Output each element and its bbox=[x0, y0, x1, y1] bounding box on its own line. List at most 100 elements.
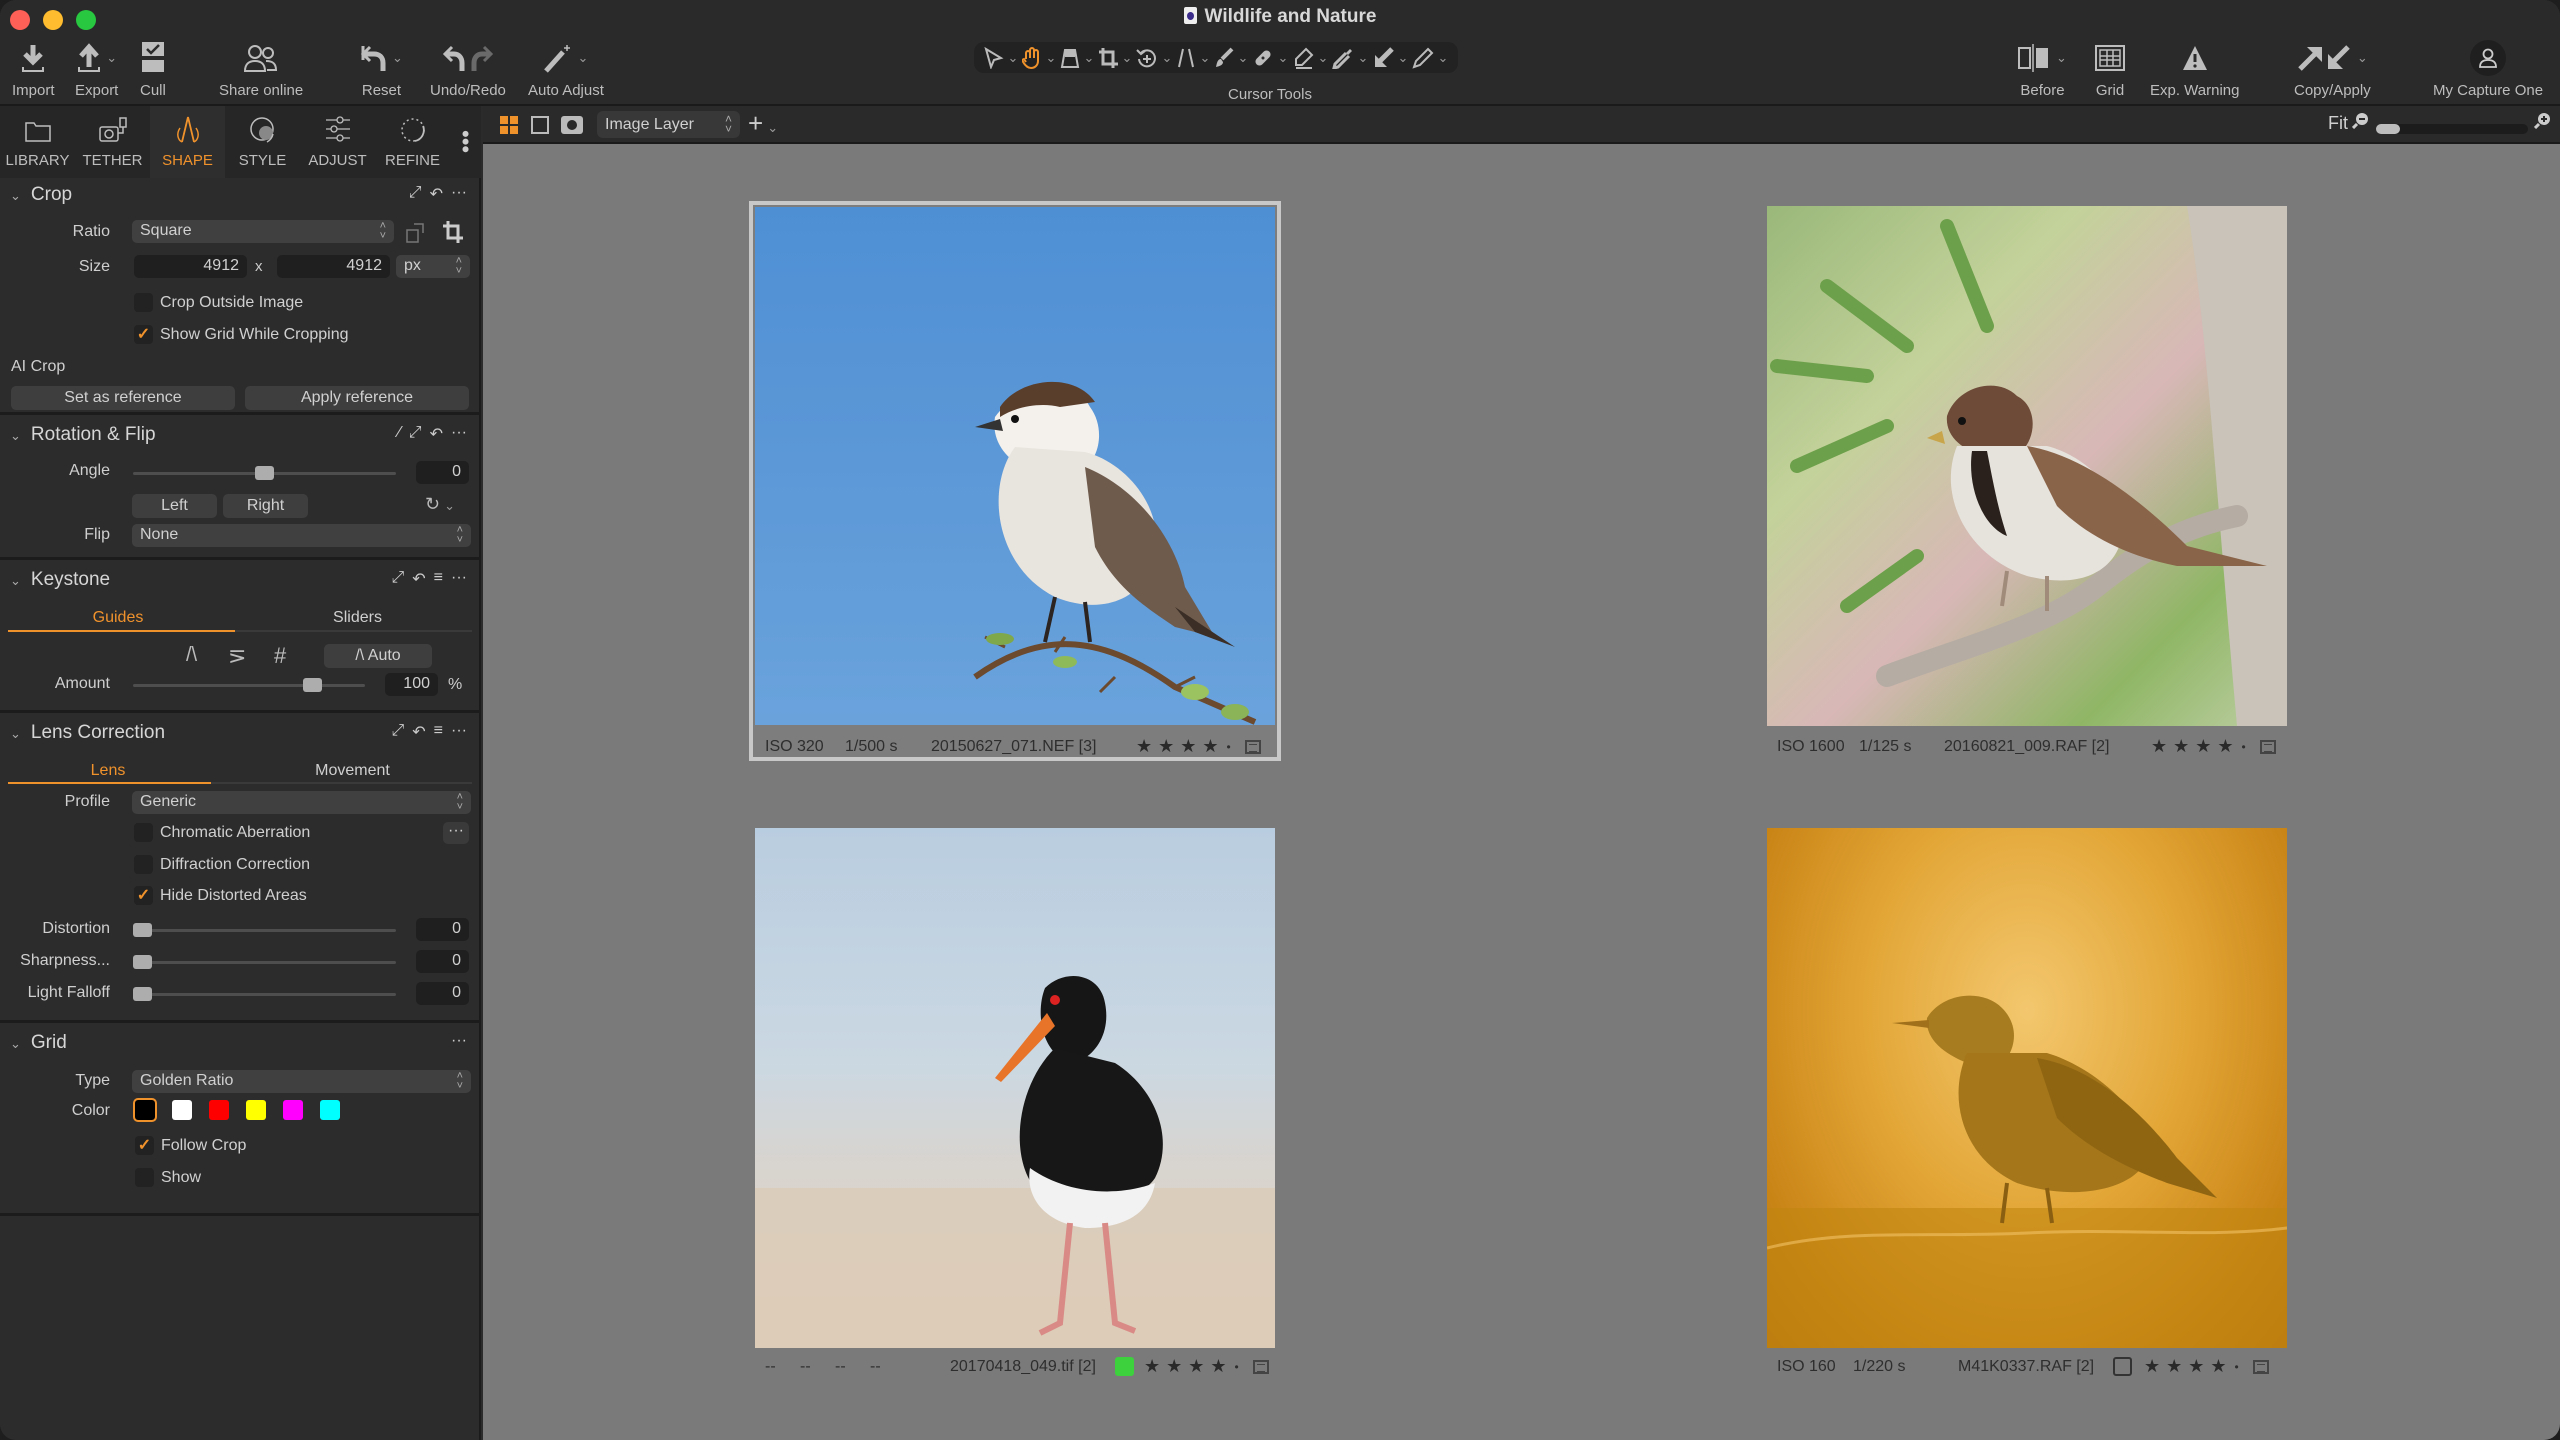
crop-outside-checkbox[interactable] bbox=[134, 293, 153, 312]
auto-wand-icon[interactable]: ⁄ bbox=[398, 424, 401, 444]
more-icon[interactable]: ··· bbox=[451, 184, 467, 204]
rating-dot[interactable]: • bbox=[1227, 740, 1231, 754]
rating-dot[interactable]: • bbox=[1235, 1360, 1239, 1374]
crop-header[interactable]: ⌄ Crop bbox=[10, 184, 72, 206]
chromatic-aberration-checkbox[interactable] bbox=[134, 823, 153, 842]
zoom-slider[interactable] bbox=[2376, 124, 2528, 134]
show-grid-overlay-checkbox[interactable] bbox=[135, 1168, 154, 1187]
grid-color-swatch[interactable] bbox=[246, 1100, 266, 1120]
cull-button[interactable]: Cull bbox=[140, 38, 166, 99]
metadata-icon[interactable] bbox=[1244, 739, 1261, 754]
tab-refine[interactable]: REFINE bbox=[375, 106, 450, 178]
proof-view-icon[interactable] bbox=[561, 116, 583, 134]
eraser-tool-icon[interactable]: ⌄ bbox=[1292, 47, 1328, 69]
grid-button[interactable]: Grid bbox=[2095, 38, 2125, 99]
copy-apply-tool-icon[interactable]: ⌄ bbox=[1372, 46, 1408, 69]
grid-color-swatch[interactable] bbox=[172, 1100, 192, 1120]
photo-bird-4[interactable] bbox=[1767, 828, 2287, 1348]
select-tool-icon[interactable]: ⌄ bbox=[983, 46, 1018, 69]
light-falloff-field[interactable]: 0 bbox=[416, 982, 469, 1005]
grid-color-swatch[interactable] bbox=[209, 1100, 229, 1120]
reset-tool-icon[interactable]: ↶ bbox=[412, 722, 425, 742]
ratio-select[interactable]: Square ˄ ˅ bbox=[132, 220, 394, 243]
metadata-icon[interactable] bbox=[2252, 1359, 2269, 1374]
pan-tool-icon[interactable]: ⌄ bbox=[1021, 46, 1056, 69]
keystone-header[interactable]: ⌄ Keystone bbox=[10, 569, 110, 591]
metadata-icon[interactable] bbox=[1252, 1359, 1269, 1374]
crop-icon[interactable] bbox=[442, 220, 464, 249]
angle-slider-handle[interactable] bbox=[255, 466, 274, 480]
keystone-full-icon[interactable]: # bbox=[274, 643, 286, 669]
color-tag[interactable] bbox=[1115, 1357, 1134, 1376]
keystone-horizontal-icon[interactable]: ⋝ bbox=[228, 643, 246, 669]
zoom-in-icon[interactable] bbox=[2533, 111, 2552, 134]
rotate-freehand-icon[interactable]: ↻ ⌄ bbox=[425, 494, 455, 515]
lens-header[interactable]: ⌄ Lens Correction bbox=[10, 722, 165, 744]
chromatic-more-button[interactable]: ··· bbox=[443, 822, 469, 844]
my-capture-one-button[interactable]: My Capture One bbox=[2433, 38, 2543, 99]
diffraction-correction-checkbox[interactable] bbox=[134, 855, 153, 874]
star-rating[interactable]: ★★★★ bbox=[1136, 736, 1225, 757]
tab-guides[interactable]: Guides bbox=[8, 609, 228, 627]
follow-crop-checkbox[interactable]: ✓ bbox=[135, 1136, 154, 1155]
expand-icon[interactable]: ⤢ bbox=[409, 184, 422, 204]
layer-select[interactable]: Image Layer ˄ ˅ bbox=[597, 111, 740, 138]
amount-slider-handle[interactable] bbox=[303, 678, 323, 692]
tab-movement[interactable]: Movement bbox=[240, 762, 465, 780]
color-picker-tool-icon[interactable]: ⌄ bbox=[1331, 47, 1368, 69]
annotate-tool-icon[interactable]: ⌄ bbox=[1411, 47, 1448, 69]
distortion-slider-handle[interactable] bbox=[133, 923, 152, 937]
sharpness-slider-handle[interactable] bbox=[133, 955, 152, 969]
grid-header[interactable]: ⌄ Grid bbox=[10, 1032, 67, 1054]
keystone-vertical-icon[interactable]: /\ bbox=[186, 644, 197, 667]
crop-height-field[interactable]: 4912 bbox=[277, 255, 390, 278]
reset-tool-icon[interactable]: ↶ bbox=[430, 424, 443, 444]
grid-type-select[interactable]: Golden Ratio ˄ ˅ bbox=[132, 1070, 471, 1093]
rotation-header[interactable]: ⌄ Rotation & Flip bbox=[10, 424, 156, 446]
grid-color-swatch[interactable] bbox=[283, 1100, 303, 1120]
keystone-tool-icon[interactable]: ⌄ bbox=[1176, 47, 1210, 69]
rating-dot[interactable]: • bbox=[2235, 1360, 2239, 1374]
share-online-button[interactable]: Share online bbox=[219, 38, 303, 99]
expand-icon[interactable]: ⤢ bbox=[409, 424, 422, 444]
distortion-field[interactable]: 0 bbox=[416, 918, 469, 941]
multi-view-icon[interactable] bbox=[500, 116, 518, 134]
tab-sliders[interactable]: Sliders bbox=[245, 609, 470, 627]
more-icon[interactable]: ··· bbox=[451, 1032, 467, 1050]
flip-select[interactable]: None ˄ ˅ bbox=[132, 524, 471, 547]
star-rating[interactable]: ★★★★ bbox=[1144, 1356, 1233, 1377]
export-button[interactable]: ⌄ Export bbox=[75, 38, 118, 99]
photo-bird-2[interactable] bbox=[1767, 206, 2287, 726]
tab-shape[interactable]: SHAPE bbox=[150, 106, 225, 178]
hide-distorted-checkbox[interactable]: ✓ bbox=[134, 886, 153, 905]
sharpness-slider[interactable] bbox=[133, 961, 396, 964]
zoom-slider-handle[interactable] bbox=[2376, 124, 2400, 134]
rotate-tool-icon[interactable]: ⌄ bbox=[1135, 47, 1172, 69]
list-icon[interactable]: ≡ bbox=[434, 569, 443, 589]
copy-apply-button[interactable]: ⌄ Copy/Apply bbox=[2294, 38, 2371, 99]
apply-reference-button[interactable]: Apply reference bbox=[245, 386, 469, 410]
rotate-ratio-icon[interactable] bbox=[405, 220, 427, 249]
photo-bird-3[interactable] bbox=[755, 828, 1275, 1348]
keystone-auto-button[interactable]: /\ Auto bbox=[324, 644, 432, 668]
light-falloff-slider-handle[interactable] bbox=[133, 987, 152, 1001]
loupe-tool-icon[interactable]: ⌄ bbox=[1060, 47, 1094, 69]
unit-select[interactable]: px ˄ ˅ bbox=[396, 255, 470, 278]
brush-tool-icon[interactable]: ⌄ bbox=[1214, 47, 1248, 69]
tab-lens[interactable]: Lens bbox=[8, 762, 208, 780]
zoom-out-icon[interactable] bbox=[2351, 111, 2370, 134]
more-icon[interactable]: ··· bbox=[451, 569, 467, 589]
color-tag[interactable] bbox=[2113, 1357, 2132, 1376]
more-icon[interactable]: ··· bbox=[451, 424, 467, 444]
reset-tool-icon[interactable]: ↶ bbox=[412, 569, 425, 589]
zoom-fit-button[interactable]: Fit bbox=[2328, 113, 2348, 134]
before-button[interactable]: ⌄ Before bbox=[2018, 38, 2067, 99]
tab-library[interactable]: LIBRARY bbox=[0, 106, 75, 178]
tab-tether[interactable]: TETHER bbox=[75, 106, 150, 178]
expand-icon[interactable]: ⤢ bbox=[391, 569, 404, 589]
star-rating[interactable]: ★★★★ bbox=[2151, 736, 2240, 757]
distortion-slider[interactable] bbox=[133, 929, 396, 932]
set-reference-button[interactable]: Set as reference bbox=[11, 386, 235, 410]
tab-adjust[interactable]: ADJUST bbox=[300, 106, 375, 178]
rotate-right-button[interactable]: Right bbox=[223, 494, 308, 518]
